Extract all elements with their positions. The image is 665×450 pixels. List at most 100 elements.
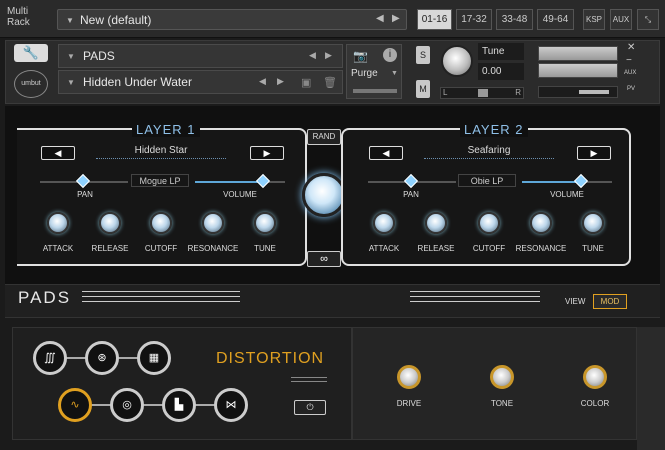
power-button[interactable]: ⏻	[294, 400, 326, 415]
decor-line	[82, 296, 240, 297]
volume-slider[interactable]	[538, 86, 618, 98]
layer2-volume-slider[interactable]	[522, 181, 582, 183]
tape-fx-icon[interactable]: ⊛	[85, 341, 119, 375]
aux-button[interactable]: AUX	[610, 9, 632, 30]
wrench-icon[interactable]: 🔧	[14, 44, 48, 62]
close-icon[interactable]: ✕	[627, 42, 635, 53]
prev-arrow-icon[interactable]: ◀	[309, 50, 316, 61]
range-tab-1[interactable]: 01-16	[417, 9, 452, 30]
distortion-fx-icon[interactable]: ∿	[58, 388, 92, 422]
layer1-tune-knob[interactable]	[254, 212, 276, 234]
layer2-title: LAYER 2	[460, 122, 528, 137]
next-arrow-icon[interactable]: ▶	[277, 76, 284, 87]
tune-value[interactable]: 0.00	[478, 63, 524, 80]
layer2-cutoff-label: CUTOFF	[472, 244, 506, 253]
tune-knob[interactable]	[441, 45, 473, 77]
range-tab-2[interactable]: 17-32	[456, 9, 492, 30]
layer2-attack-label: ATTACK	[368, 244, 400, 253]
purge-label[interactable]: Purge	[351, 68, 378, 79]
layer2-tune-knob[interactable]	[582, 212, 604, 234]
dropdown-arrow-icon[interactable]: ▼	[67, 78, 75, 87]
eq-fx-icon[interactable]: ▙	[162, 388, 196, 422]
layer1-prev-button[interactable]: ◀	[41, 146, 75, 160]
volume-fill	[579, 90, 609, 94]
tune-label: Tune	[478, 43, 524, 60]
layer1-next-button[interactable]: ▶	[250, 146, 284, 160]
decor-line	[82, 291, 240, 292]
solo-button[interactable]: S	[416, 46, 430, 64]
multi-preset-selector[interactable]: ▼ New (default) ◀ ▶	[57, 9, 407, 30]
prev-arrow-icon[interactable]: ◀	[259, 76, 266, 87]
layer1-title: LAYER 1	[132, 122, 200, 137]
camera-icon[interactable]: 📷	[353, 49, 368, 63]
layer2-volume-label: VOLUME	[550, 190, 584, 199]
layer1-tune-label: TUNE	[254, 244, 276, 253]
dropdown-arrow-icon[interactable]: ▼	[66, 16, 74, 25]
pan-left-label: L	[443, 88, 448, 97]
layer2-resonance-knob[interactable]	[530, 212, 552, 234]
mod-button[interactable]: MOD	[593, 294, 627, 309]
layer1-cutoff-knob[interactable]	[150, 212, 172, 234]
layer2-tune-label: TUNE	[582, 244, 604, 253]
layer2-pan-label: PAN	[403, 190, 419, 199]
drive-knob[interactable]	[397, 365, 421, 389]
bitcrush-fx-icon[interactable]: ▦	[137, 341, 171, 375]
pv-label[interactable]: PV	[627, 86, 635, 92]
minus-icon[interactable]: −	[626, 55, 632, 66]
multi-rack-label[interactable]: Multi Rack	[7, 6, 30, 28]
layer2-cutoff-knob[interactable]	[478, 212, 500, 234]
tone-label: TONE	[490, 399, 514, 408]
mute-button[interactable]: M	[416, 80, 430, 98]
layer1-filter-select[interactable]: Mogue LP	[131, 174, 189, 187]
chorus-fx-icon[interactable]: ◎	[110, 388, 144, 422]
next-arrow-icon[interactable]: ▶	[325, 50, 332, 61]
aux-label[interactable]: AUX	[624, 70, 636, 76]
range-tab-3[interactable]: 33-48	[496, 9, 533, 30]
decor-line	[410, 301, 540, 302]
effects-panel	[12, 327, 352, 440]
instrument-name-field[interactable]: ▼ PADS ◀ ▶	[58, 44, 343, 68]
pan-handle[interactable]	[478, 89, 488, 97]
phaser-fx-icon[interactable]: ⋈	[214, 388, 248, 422]
layer-mix-knob[interactable]	[302, 173, 346, 217]
tone-knob[interactable]	[490, 365, 514, 389]
next-arrow-icon[interactable]: ▶	[392, 13, 400, 24]
save-icon[interactable]: ▣	[301, 76, 311, 89]
color-knob[interactable]	[583, 365, 607, 389]
pan-right-label: R	[515, 88, 521, 97]
level-meter-left	[538, 46, 618, 61]
rand-button[interactable]: RAND	[307, 129, 341, 145]
pan-slider[interactable]: L R	[440, 87, 524, 99]
layer1-attack-label: ATTACK	[42, 244, 74, 253]
layer2-attack-knob[interactable]	[373, 212, 395, 234]
layer2-release-knob[interactable]	[425, 212, 447, 234]
purge-dropdown-icon[interactable]: ▼	[391, 70, 398, 77]
reverb-fx-icon[interactable]: ∭	[33, 341, 67, 375]
range-tab-4[interactable]: 49-64	[537, 9, 574, 30]
link-button[interactable]: ∞	[307, 251, 341, 267]
layer1-resonance-label: RESONANCE	[187, 244, 239, 253]
drive-label: DRIVE	[396, 399, 422, 408]
layer2-next-button[interactable]: ▶	[577, 146, 611, 160]
instrument-name: PADS	[83, 49, 115, 63]
layer1-preset-name[interactable]: Hidden Star	[96, 145, 226, 159]
decor-line	[410, 296, 540, 297]
decor-line	[291, 377, 327, 378]
snapshot-name: Hidden Under Water	[83, 75, 192, 89]
layer1-volume-slider[interactable]	[195, 181, 265, 183]
prev-arrow-icon[interactable]: ◀	[376, 13, 384, 24]
minimize-icon[interactable]: ⤡	[637, 9, 659, 30]
layer2-prev-button[interactable]: ◀	[369, 146, 403, 160]
logo-icon: umbut	[14, 70, 48, 98]
layer2-filter-select[interactable]: Obie LP	[458, 174, 516, 187]
decor-line	[410, 291, 540, 292]
info-icon[interactable]: i	[383, 48, 397, 62]
layer1-resonance-knob[interactable]	[202, 212, 224, 234]
layer1-attack-knob[interactable]	[47, 212, 69, 234]
layer1-release-knob[interactable]	[99, 212, 121, 234]
ksp-button[interactable]: KSP	[583, 9, 605, 30]
delete-icon[interactable]: 🗑	[323, 76, 337, 89]
layer2-preset-name[interactable]: Seafaring	[424, 145, 554, 159]
snapshot-field[interactable]: ▼ Hidden Under Water ◀ ▶ ▣ 🗑	[58, 70, 343, 94]
dropdown-arrow-icon[interactable]: ▼	[67, 52, 75, 61]
